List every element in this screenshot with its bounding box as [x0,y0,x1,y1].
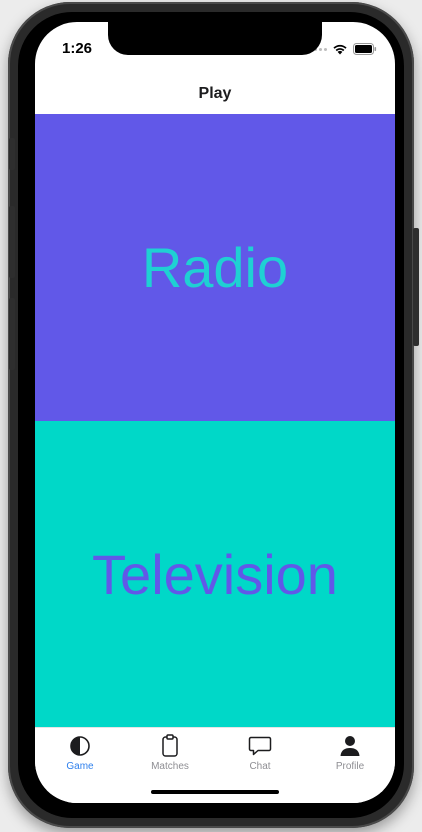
tab-matches-label: Matches [151,761,189,772]
tab-chat-label: Chat [249,761,271,772]
clipboard-icon [158,734,182,758]
radio-option-button[interactable]: Radio [35,114,395,421]
half-circle-icon [68,734,92,758]
app-screen: 1:26 Play Radio Television Game Matches … [35,22,395,803]
tab-game[interactable]: Game [35,728,125,803]
chat-bubble-icon [248,734,272,758]
tab-profile-label: Profile [335,761,365,772]
status-time: 1:26 [62,40,93,57]
page-title: Play [198,85,232,102]
notch [108,22,322,55]
person-icon [338,734,362,758]
volume-up-button [9,206,15,278]
power-button [413,228,419,346]
radio-option-label: Radio [141,236,289,299]
tab-profile[interactable]: Profile [305,728,395,803]
home-indicator[interactable] [151,790,279,794]
wifi-icon [333,44,347,55]
mute-switch [9,138,15,170]
television-option-button[interactable]: Television [35,421,395,727]
tab-game-label: Game [66,761,94,772]
battery-icon [353,43,377,55]
navigation-bar: Play [35,66,395,114]
television-option-label: Television [92,542,338,606]
volume-down-button [9,298,15,370]
